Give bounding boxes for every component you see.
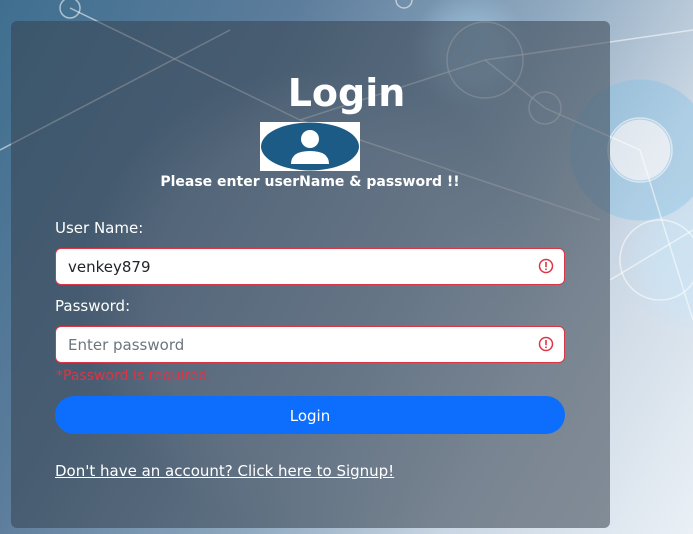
error-icon <box>538 258 554 274</box>
page-title: Login <box>287 71 406 115</box>
password-field-wrapper <box>55 326 565 363</box>
login-button[interactable]: Login <box>55 396 565 434</box>
login-instructions: Please enter userName & password !! <box>160 174 460 190</box>
username-field-wrapper <box>55 248 565 285</box>
username-input[interactable] <box>68 249 518 284</box>
error-icon <box>538 336 554 352</box>
password-label: Password: <box>55 297 131 315</box>
signup-link[interactable]: Don't have an account? Click here to Sig… <box>55 462 394 480</box>
password-error-message: *Password is required. <box>56 368 212 384</box>
username-label: User Name: <box>55 219 144 237</box>
password-input[interactable] <box>68 327 518 362</box>
user-avatar-icon <box>260 122 360 171</box>
